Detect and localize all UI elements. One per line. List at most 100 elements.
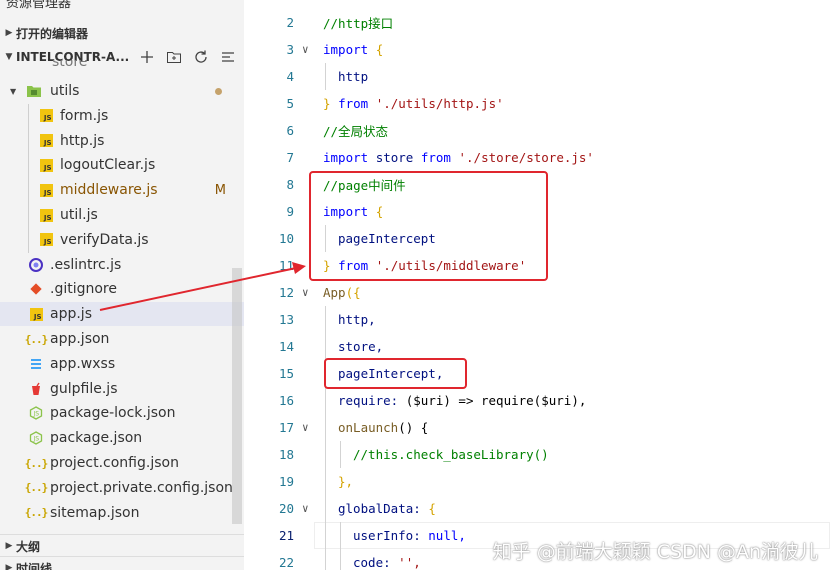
tree-item-middleware-js[interactable]: JS middleware.js M: [0, 178, 244, 202]
indent-guide: [325, 306, 326, 333]
code-keyword: from: [420, 150, 451, 165]
open-editors-section[interactable]: ▶ 打开的编辑器: [0, 22, 244, 44]
code-line[interactable]: 7 import store from './store/store.js': [244, 144, 830, 171]
sidebar-scrollbar[interactable]: [232, 268, 242, 524]
tree-item-app-wxss[interactable]: app.wxss: [0, 352, 244, 376]
tree-item-package-json[interactable]: JS package.json: [0, 426, 244, 450]
tree-item-package-lock-json[interactable]: JS package-lock.json: [0, 401, 244, 425]
javascript-file-icon: JS: [38, 182, 54, 198]
indent-guide: [325, 414, 326, 441]
code-text: //全局状态: [323, 121, 388, 140]
line-number: 21: [278, 528, 294, 543]
code-identifier: store,: [338, 339, 384, 354]
code-identifier: require:: [338, 393, 399, 408]
code-line[interactable]: 18 //this.check_baseLibrary(): [244, 441, 830, 468]
outline-section[interactable]: ▶ 大纲: [0, 534, 244, 557]
line-number: 11: [278, 258, 294, 273]
tree-item-project-config-json[interactable]: {..} project.config.json: [0, 451, 244, 475]
line-number: 17: [278, 420, 294, 435]
modified-dot-icon: [215, 87, 222, 95]
line-number: 5: [286, 96, 294, 111]
tree-item-app-json[interactable]: {..} app.json: [0, 327, 244, 351]
tree-item-label: app.js: [50, 306, 92, 323]
code-string: './store/store.js': [458, 150, 594, 165]
fold-chevron-icon[interactable]: ∨: [302, 43, 309, 56]
tree-item-label: middleware.js: [60, 182, 158, 199]
code-line[interactable]: 2 //http接口: [244, 9, 830, 36]
timeline-section[interactable]: ▶ 时间线: [0, 556, 244, 570]
code-literal: null,: [428, 528, 466, 543]
code-string: '',: [398, 555, 421, 570]
indent-guide: [325, 441, 326, 468]
code-identifier: http: [338, 69, 369, 84]
code-comment: //全局状态: [323, 124, 389, 139]
git-icon: [28, 281, 44, 297]
tree-item-utils[interactable]: ▼ utils: [0, 79, 244, 103]
folder-icon: [26, 83, 42, 99]
code-text: code: '',: [353, 555, 421, 570]
tree-item-store[interactable]: store: [0, 60, 244, 76]
tree-item-label: form.js: [60, 107, 109, 124]
eslint-icon: [28, 257, 44, 273]
indent-guide: [325, 495, 326, 522]
tree-item-verifydata-js[interactable]: JS verifyData.js: [0, 228, 244, 252]
code-brace: ({: [345, 285, 361, 300]
tree-item-util-js[interactable]: JS util.js: [0, 203, 244, 227]
code-editor[interactable]: 2//http接口 3 ∨ import {4 http 5} from './utils…: [244, 0, 830, 570]
tree-item-app-js[interactable]: JS app.js: [0, 302, 244, 327]
highlight-box-usage: [324, 358, 467, 389]
code-identifier: userInfo:: [353, 528, 421, 543]
fold-chevron-icon[interactable]: ∨: [302, 286, 309, 299]
code-line[interactable]: 4 http: [244, 63, 830, 90]
code-text: require: ($uri) => require($uri),: [338, 393, 586, 408]
chevron-right-icon: ▶: [5, 563, 13, 570]
code-line[interactable]: 20 ∨ globalData: {: [244, 495, 830, 522]
code-brace: {: [375, 42, 384, 57]
tree-item-label: project.config.json: [50, 455, 179, 471]
code-line[interactable]: 14 store,: [244, 333, 830, 360]
svg-text:JS: JS: [33, 436, 40, 443]
tree-item-label: package.json: [50, 430, 143, 447]
javascript-file-icon: JS: [38, 133, 54, 149]
timeline-label: 时间线: [16, 561, 53, 570]
code-text: http,: [338, 312, 376, 327]
javascript-file-icon: JS: [38, 207, 54, 223]
more-actions-icon[interactable]: ···: [207, 0, 222, 7]
tree-item-label: util.js: [60, 207, 98, 223]
code-comment: //http接口: [323, 16, 394, 31]
code-line[interactable]: 12 ∨ App({: [244, 279, 830, 306]
line-number: 19: [278, 474, 294, 489]
tree-item-form-js[interactable]: JS form.js: [0, 104, 244, 128]
watermark: 知乎 @前端大颖颖 CSDN @An淌彼儿: [492, 541, 818, 563]
fold-chevron-icon[interactable]: ∨: [302, 502, 309, 515]
fold-chevron-icon[interactable]: ∨: [302, 421, 309, 434]
json-file-icon: {..}: [24, 506, 48, 520]
indent-guide: [325, 63, 326, 90]
tree-item-gulpfile-js[interactable]: gulpfile.js: [0, 377, 244, 401]
code-line[interactable]: 13 http,: [244, 306, 830, 333]
code-line[interactable]: 6 //全局状态: [244, 117, 830, 144]
tree-item-sitemap-json[interactable]: {..} sitemap.json: [0, 501, 244, 525]
tree-item-gitignore[interactable]: .gitignore: [0, 277, 244, 301]
tree-item-label: .eslintrc.js: [50, 256, 122, 273]
indent-guide: [325, 387, 326, 414]
tree-item-http-js[interactable]: JS http.js: [0, 129, 244, 153]
code-text: App({: [323, 285, 361, 300]
code-text: //http接口: [323, 13, 393, 32]
code-keyword: import: [323, 42, 369, 57]
tree-item-eslintrc-js[interactable]: .eslintrc.js: [0, 253, 244, 277]
code-text: store,: [338, 339, 383, 354]
indent-guide: [325, 549, 326, 570]
code-line[interactable]: 19},: [244, 468, 830, 495]
code-line[interactable]: 16 require: ($uri) => require($uri),: [244, 387, 830, 414]
indent-guide: [325, 333, 326, 360]
code-brace: }: [323, 96, 331, 111]
tree-item-project-private-config-json[interactable]: {..} project.private.config.json: [0, 476, 244, 500]
code-line[interactable]: 17 ∨ onLaunch() {: [244, 414, 830, 441]
tree-item-label: logoutClear.js: [60, 157, 156, 174]
tree-item-label: .gitignore: [50, 281, 117, 298]
code-line[interactable]: 3 ∨ import {: [244, 36, 830, 63]
code-line[interactable]: 5} from './utils/http.js': [244, 90, 830, 117]
code-text: globalData: {: [338, 501, 436, 516]
tree-item-logoutclear-js[interactable]: JS logoutClear.js: [0, 153, 244, 177]
